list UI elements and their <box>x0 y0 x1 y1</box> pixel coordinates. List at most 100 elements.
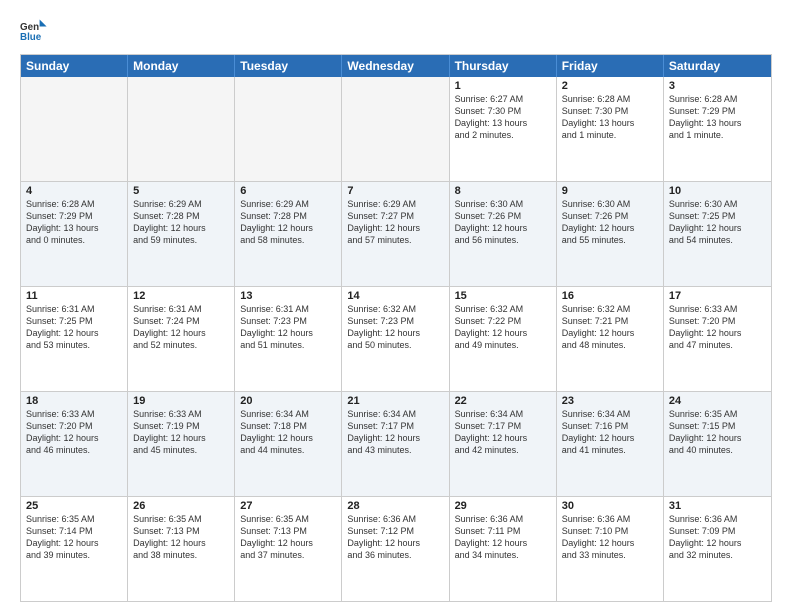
day-number: 1 <box>455 80 551 92</box>
header-day-sunday: Sunday <box>21 55 128 77</box>
day-cell-1: 1Sunrise: 6:27 AM Sunset: 7:30 PM Daylig… <box>450 77 557 181</box>
day-info: Sunrise: 6:30 AM Sunset: 7:25 PM Dayligh… <box>669 198 766 247</box>
day-number: 19 <box>133 395 229 407</box>
day-info: Sunrise: 6:32 AM Sunset: 7:23 PM Dayligh… <box>347 303 443 352</box>
calendar-header: SundayMondayTuesdayWednesdayThursdayFrid… <box>21 55 771 77</box>
day-cell-15: 15Sunrise: 6:32 AM Sunset: 7:22 PM Dayli… <box>450 287 557 391</box>
empty-cell-0-3 <box>342 77 449 181</box>
day-info: Sunrise: 6:28 AM Sunset: 7:29 PM Dayligh… <box>26 198 122 247</box>
day-info: Sunrise: 6:28 AM Sunset: 7:29 PM Dayligh… <box>669 93 766 142</box>
day-info: Sunrise: 6:35 AM Sunset: 7:15 PM Dayligh… <box>669 408 766 457</box>
day-number: 20 <box>240 395 336 407</box>
day-info: Sunrise: 6:27 AM Sunset: 7:30 PM Dayligh… <box>455 93 551 142</box>
day-number: 21 <box>347 395 443 407</box>
day-info: Sunrise: 6:32 AM Sunset: 7:22 PM Dayligh… <box>455 303 551 352</box>
day-cell-26: 26Sunrise: 6:35 AM Sunset: 7:13 PM Dayli… <box>128 497 235 601</box>
day-cell-19: 19Sunrise: 6:33 AM Sunset: 7:19 PM Dayli… <box>128 392 235 496</box>
logo-icon: Gen Blue <box>20 16 48 44</box>
day-info: Sunrise: 6:30 AM Sunset: 7:26 PM Dayligh… <box>562 198 658 247</box>
day-info: Sunrise: 6:33 AM Sunset: 7:20 PM Dayligh… <box>26 408 122 457</box>
empty-cell-0-2 <box>235 77 342 181</box>
day-number: 25 <box>26 500 122 512</box>
day-info: Sunrise: 6:36 AM Sunset: 7:12 PM Dayligh… <box>347 513 443 562</box>
day-cell-2: 2Sunrise: 6:28 AM Sunset: 7:30 PM Daylig… <box>557 77 664 181</box>
day-number: 11 <box>26 290 122 302</box>
day-cell-28: 28Sunrise: 6:36 AM Sunset: 7:12 PM Dayli… <box>342 497 449 601</box>
day-cell-17: 17Sunrise: 6:33 AM Sunset: 7:20 PM Dayli… <box>664 287 771 391</box>
day-number: 24 <box>669 395 766 407</box>
day-number: 2 <box>562 80 658 92</box>
day-number: 26 <box>133 500 229 512</box>
day-number: 22 <box>455 395 551 407</box>
day-number: 23 <box>562 395 658 407</box>
day-cell-24: 24Sunrise: 6:35 AM Sunset: 7:15 PM Dayli… <box>664 392 771 496</box>
day-cell-16: 16Sunrise: 6:32 AM Sunset: 7:21 PM Dayli… <box>557 287 664 391</box>
day-info: Sunrise: 6:31 AM Sunset: 7:23 PM Dayligh… <box>240 303 336 352</box>
day-number: 7 <box>347 185 443 197</box>
day-info: Sunrise: 6:28 AM Sunset: 7:30 PM Dayligh… <box>562 93 658 142</box>
day-number: 13 <box>240 290 336 302</box>
day-info: Sunrise: 6:35 AM Sunset: 7:13 PM Dayligh… <box>133 513 229 562</box>
day-number: 8 <box>455 185 551 197</box>
header-day-saturday: Saturday <box>664 55 771 77</box>
day-number: 12 <box>133 290 229 302</box>
day-cell-25: 25Sunrise: 6:35 AM Sunset: 7:14 PM Dayli… <box>21 497 128 601</box>
svg-text:Blue: Blue <box>20 32 42 43</box>
day-number: 28 <box>347 500 443 512</box>
day-cell-20: 20Sunrise: 6:34 AM Sunset: 7:18 PM Dayli… <box>235 392 342 496</box>
day-cell-3: 3Sunrise: 6:28 AM Sunset: 7:29 PM Daylig… <box>664 77 771 181</box>
day-number: 31 <box>669 500 766 512</box>
day-info: Sunrise: 6:33 AM Sunset: 7:19 PM Dayligh… <box>133 408 229 457</box>
day-info: Sunrise: 6:31 AM Sunset: 7:25 PM Dayligh… <box>26 303 122 352</box>
day-cell-12: 12Sunrise: 6:31 AM Sunset: 7:24 PM Dayli… <box>128 287 235 391</box>
calendar-row-2: 11Sunrise: 6:31 AM Sunset: 7:25 PM Dayli… <box>21 286 771 391</box>
day-info: Sunrise: 6:34 AM Sunset: 7:16 PM Dayligh… <box>562 408 658 457</box>
day-info: Sunrise: 6:31 AM Sunset: 7:24 PM Dayligh… <box>133 303 229 352</box>
day-cell-30: 30Sunrise: 6:36 AM Sunset: 7:10 PM Dayli… <box>557 497 664 601</box>
day-info: Sunrise: 6:34 AM Sunset: 7:17 PM Dayligh… <box>347 408 443 457</box>
day-number: 4 <box>26 185 122 197</box>
empty-cell-0-0 <box>21 77 128 181</box>
calendar-row-4: 25Sunrise: 6:35 AM Sunset: 7:14 PM Dayli… <box>21 496 771 601</box>
header-day-tuesday: Tuesday <box>235 55 342 77</box>
day-info: Sunrise: 6:34 AM Sunset: 7:17 PM Dayligh… <box>455 408 551 457</box>
day-number: 16 <box>562 290 658 302</box>
empty-cell-0-1 <box>128 77 235 181</box>
calendar-body: 1Sunrise: 6:27 AM Sunset: 7:30 PM Daylig… <box>21 77 771 601</box>
day-cell-4: 4Sunrise: 6:28 AM Sunset: 7:29 PM Daylig… <box>21 182 128 286</box>
page-header: Gen Blue <box>20 16 772 44</box>
day-number: 10 <box>669 185 766 197</box>
day-info: Sunrise: 6:36 AM Sunset: 7:09 PM Dayligh… <box>669 513 766 562</box>
day-number: 14 <box>347 290 443 302</box>
day-info: Sunrise: 6:29 AM Sunset: 7:28 PM Dayligh… <box>240 198 336 247</box>
day-cell-7: 7Sunrise: 6:29 AM Sunset: 7:27 PM Daylig… <box>342 182 449 286</box>
day-number: 5 <box>133 185 229 197</box>
day-number: 27 <box>240 500 336 512</box>
day-cell-29: 29Sunrise: 6:36 AM Sunset: 7:11 PM Dayli… <box>450 497 557 601</box>
calendar-row-0: 1Sunrise: 6:27 AM Sunset: 7:30 PM Daylig… <box>21 77 771 181</box>
day-info: Sunrise: 6:33 AM Sunset: 7:20 PM Dayligh… <box>669 303 766 352</box>
header-day-monday: Monday <box>128 55 235 77</box>
header-day-thursday: Thursday <box>450 55 557 77</box>
day-number: 18 <box>26 395 122 407</box>
header-day-friday: Friday <box>557 55 664 77</box>
day-cell-14: 14Sunrise: 6:32 AM Sunset: 7:23 PM Dayli… <box>342 287 449 391</box>
day-number: 6 <box>240 185 336 197</box>
day-cell-23: 23Sunrise: 6:34 AM Sunset: 7:16 PM Dayli… <box>557 392 664 496</box>
day-cell-13: 13Sunrise: 6:31 AM Sunset: 7:23 PM Dayli… <box>235 287 342 391</box>
day-cell-8: 8Sunrise: 6:30 AM Sunset: 7:26 PM Daylig… <box>450 182 557 286</box>
day-cell-27: 27Sunrise: 6:35 AM Sunset: 7:13 PM Dayli… <box>235 497 342 601</box>
day-cell-10: 10Sunrise: 6:30 AM Sunset: 7:25 PM Dayli… <box>664 182 771 286</box>
day-info: Sunrise: 6:30 AM Sunset: 7:26 PM Dayligh… <box>455 198 551 247</box>
day-cell-18: 18Sunrise: 6:33 AM Sunset: 7:20 PM Dayli… <box>21 392 128 496</box>
logo: Gen Blue <box>20 16 52 44</box>
day-cell-5: 5Sunrise: 6:29 AM Sunset: 7:28 PM Daylig… <box>128 182 235 286</box>
day-info: Sunrise: 6:35 AM Sunset: 7:14 PM Dayligh… <box>26 513 122 562</box>
day-cell-6: 6Sunrise: 6:29 AM Sunset: 7:28 PM Daylig… <box>235 182 342 286</box>
day-info: Sunrise: 6:36 AM Sunset: 7:10 PM Dayligh… <box>562 513 658 562</box>
day-number: 29 <box>455 500 551 512</box>
day-info: Sunrise: 6:34 AM Sunset: 7:18 PM Dayligh… <box>240 408 336 457</box>
day-number: 15 <box>455 290 551 302</box>
day-info: Sunrise: 6:32 AM Sunset: 7:21 PM Dayligh… <box>562 303 658 352</box>
header-day-wednesday: Wednesday <box>342 55 449 77</box>
